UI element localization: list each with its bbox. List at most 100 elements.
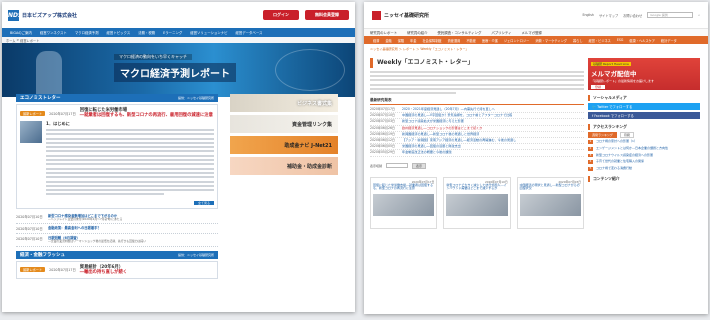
login-button[interactable]: ログイン: [263, 10, 299, 20]
english-link[interactable]: English: [582, 13, 594, 17]
section-source: 提供：ニッセイ基礎研究所: [177, 252, 214, 257]
social-heading: ソーシャルメディア: [588, 95, 700, 101]
article-thumbnail: [20, 121, 42, 143]
contact-link[interactable]: お問い合わせ: [623, 13, 642, 18]
article-subtitle: ―就業者は回復するも、新型コロナの再流行、雇用回復の減速に注意: [79, 113, 213, 118]
side-banner-forms[interactable]: ビジネス書式集: [230, 94, 338, 112]
twitter-follow-button[interactable]: 🐦 Twitter でフォローする: [588, 103, 700, 110]
list-item[interactable]: 2020年07月10日 金融政策：最高金利への日銀着手？: [16, 224, 218, 235]
category-item[interactable]: ESG: [614, 38, 627, 42]
news-list: 2020年07月10日 新型コロナ感染者数増加はどこまで下がるのか ―ヘッジレイト…: [16, 212, 218, 247]
category-item[interactable]: 社会保障制度: [420, 38, 445, 43]
nav-item[interactable]: マクロ経済予測: [71, 30, 103, 35]
ranking-item[interactable]: 3 新型コロナウイルス感染症の経済への影響: [588, 153, 700, 158]
site-name: ニッセイ基礎研究所: [384, 12, 430, 19]
list-item[interactable]: 2020年07月10日 新型コロナ感染者数増加はどこまで下がるのか ―ヘッジレイト…: [16, 212, 218, 225]
register-button[interactable]: 無料会員登録: [305, 10, 349, 20]
nav-item[interactable]: パブリシティ: [491, 30, 511, 35]
facebook-follow-button[interactable]: f Facebook でフォローする: [588, 112, 700, 119]
category-item[interactable]: 資産運用: [445, 38, 464, 43]
category-item[interactable]: 年金: [407, 38, 419, 43]
nav-item[interactable]: メルマガ登録: [521, 30, 541, 35]
newsletter-banner[interactable]: 基礎研 Report Head Line メルマガ配信中 「基礎研レポート」の最…: [588, 58, 700, 90]
newsletter-register-button[interactable]: 登録: [591, 85, 606, 89]
banner-figure: [36, 51, 62, 97]
category-item[interactable]: 不動産: [463, 38, 479, 43]
category-item[interactable]: 保険: [395, 38, 407, 43]
logo[interactable]: ニッセイ基礎研究所: [372, 10, 430, 20]
display-select[interactable]: [386, 163, 409, 169]
nav-item[interactable]: 受託調査・コンサルティング: [437, 30, 481, 35]
nav-item[interactable]: 経営トピックス: [103, 30, 135, 35]
display-selector: 表示切替 表示: [370, 162, 584, 169]
nav-item[interactable]: 法務・税務: [134, 30, 159, 35]
recent-list: 2020年07月17日 2020・2021年度経済見通し（20年7月）―内需先行で…: [370, 107, 584, 157]
logo[interactable]: NDS 日本ビズアップ株式会社: [8, 9, 77, 21]
sidebar: ビジネス書式集 資金管理リンク集 助成金ナビ J-Net21 補助金・助成金診断: [230, 94, 338, 178]
category-item[interactable]: 医療・介護: [479, 38, 501, 43]
logo-mark-icon: [372, 10, 381, 20]
side-banner-jnet21[interactable]: 助成金ナビ J-Net21: [230, 136, 338, 154]
section-source: 提供：ニッセイ基礎研究所: [177, 96, 214, 100]
category-item[interactable]: 暮らし: [570, 38, 586, 43]
header: ニッセイ基礎研究所 English サイトマップ お問い合わせ Google 提…: [364, 2, 708, 28]
ranking-item[interactable]: 5 コロナ禍で変わる消費行動: [588, 166, 700, 171]
tab-monthly[interactable]: 月間: [619, 132, 634, 138]
category-item[interactable]: ジェロントロジー: [501, 38, 533, 43]
report-cards: 2020年07月17日 回復に転じた米労働市場―就業者は回復するも、新型コロナの…: [370, 176, 584, 229]
logo-mark-icon: NDS: [8, 9, 23, 21]
global-nav: BIGAのご案内 経営ワンネクスト マクロ経済予測 経営トピックス 法務・税務 …: [2, 28, 355, 37]
ranking-heading: アクセスランキング: [588, 124, 700, 130]
article-date: 2020年07月17日: [49, 268, 76, 273]
article-excerpt: 1．はじめに: [46, 121, 214, 198]
sidebar: 基礎研 Report Head Line メルマガ配信中 「基礎研レポート」の最…: [588, 58, 700, 184]
ranking-item[interactable]: 4 子育て世代の就業と住宅購入の関係: [588, 160, 700, 165]
card-image: [519, 194, 581, 217]
category-nav: 経済 金融 保険 年金 社会保障制度 資産運用 不動産 医療・介護 ジェロントロ…: [364, 36, 708, 44]
main-column: エコノミストレター 提供：ニッセイ基礎研究所 最新レポート 2020年07月17…: [16, 94, 218, 279]
category-item[interactable]: 経営・ビジネス: [586, 38, 614, 43]
sitemap-link[interactable]: サイトマップ: [599, 13, 618, 18]
nav-item[interactable]: 経営ソリューションナビ: [186, 30, 231, 35]
feature-article[interactable]: 最新レポート 2020年07月17日 貿易統計（20年6月） ―輸出の持ち直しが…: [16, 260, 218, 279]
list-item[interactable]: 2020年05月29日 年金制度改正法の概要と今後の課題: [370, 150, 584, 157]
nav-item[interactable]: Eラーニング: [159, 30, 186, 35]
search-icon[interactable]: ⌕: [698, 13, 700, 17]
report-card[interactable]: 2020年07月17日 回復に転じた米労働市場―就業者は回復するも、新型コロナの…: [370, 176, 438, 229]
nav-item[interactable]: 研究員の紹介: [407, 30, 427, 35]
header: NDS 日本ビズアップ株式会社 ログイン 無料会員登録: [2, 2, 355, 28]
side-banner-links[interactable]: 資金管理リンク集: [230, 115, 338, 133]
category-item[interactable]: 経済: [370, 38, 382, 43]
report-card[interactable]: 2020年07月10日 新型コロナで大きく減少した訪日外国人―インバウンド需要は…: [443, 176, 511, 229]
ranking-list: 1 コロナ禍の家計への影響（1） 2 エンゲージメントとは何か―日本企業の課題と方向…: [588, 139, 700, 171]
nav-item[interactable]: 経営ワンネクスト: [36, 30, 71, 35]
nav-item[interactable]: 研究員のレポート: [370, 30, 397, 35]
main-column: Weekly「エコノミスト・レター」 最新研究発表 2020年07月17日 202…: [370, 58, 584, 229]
ranking-item[interactable]: 2 エンゲージメントとは何か―日本企業の課題と方向性: [588, 146, 700, 151]
ranking-item[interactable]: 1 コロナ禍の家計への影響（1）: [588, 139, 700, 144]
section-title: 経済・金融フラッシュ: [20, 252, 65, 258]
breadcrumb-item: 経営レポート: [20, 38, 40, 43]
intro-text: [370, 71, 584, 94]
feature-article[interactable]: 最新レポート 2020年07月17日 回復に転じた米労働市場 ―就業者は回復する…: [16, 104, 218, 209]
search-input[interactable]: Google 提供: [647, 12, 694, 18]
header-utilities: English サイトマップ お問い合わせ Google 提供 ⌕: [582, 12, 700, 18]
category-item[interactable]: 統計データ: [658, 38, 680, 43]
nav-item[interactable]: BIGAのご案内: [6, 30, 36, 35]
breadcrumb[interactable]: ニッセイ基礎研究所 ＞ レポート ＞ Weekly「エコノミスト・レター」: [364, 44, 708, 52]
category-item[interactable]: 金融: [382, 38, 394, 43]
category-item[interactable]: 消費・マーケティング: [532, 38, 570, 43]
side-banner-subsidy[interactable]: 補助金・助成金診断: [230, 157, 338, 175]
display-button[interactable]: 表示: [412, 162, 427, 169]
see-all-button[interactable]: 全て見る: [193, 200, 214, 205]
section-title: エコノミストレター: [20, 96, 61, 101]
ranking-tabs: 週間ランキング 月間: [588, 132, 700, 138]
nav-item[interactable]: 経営データベース: [231, 30, 266, 35]
report-card[interactable]: 2020年07月03日 中国経済の現状と見通し―新型コロナからの回復状況: [516, 176, 584, 229]
breadcrumb-item[interactable]: ホーム: [6, 38, 15, 43]
category-item[interactable]: 健康・ヘルスケア: [626, 38, 658, 43]
tab-weekly[interactable]: 週間ランキング: [588, 132, 617, 138]
header-buttons: ログイン 無料会員登録: [263, 10, 349, 20]
new-tag: 最新レポート: [20, 110, 46, 116]
list-item[interactable]: 2020年07月10日 日銀短観（6月調査） ―企業の業況判断はリーマンショック後…: [16, 234, 218, 247]
